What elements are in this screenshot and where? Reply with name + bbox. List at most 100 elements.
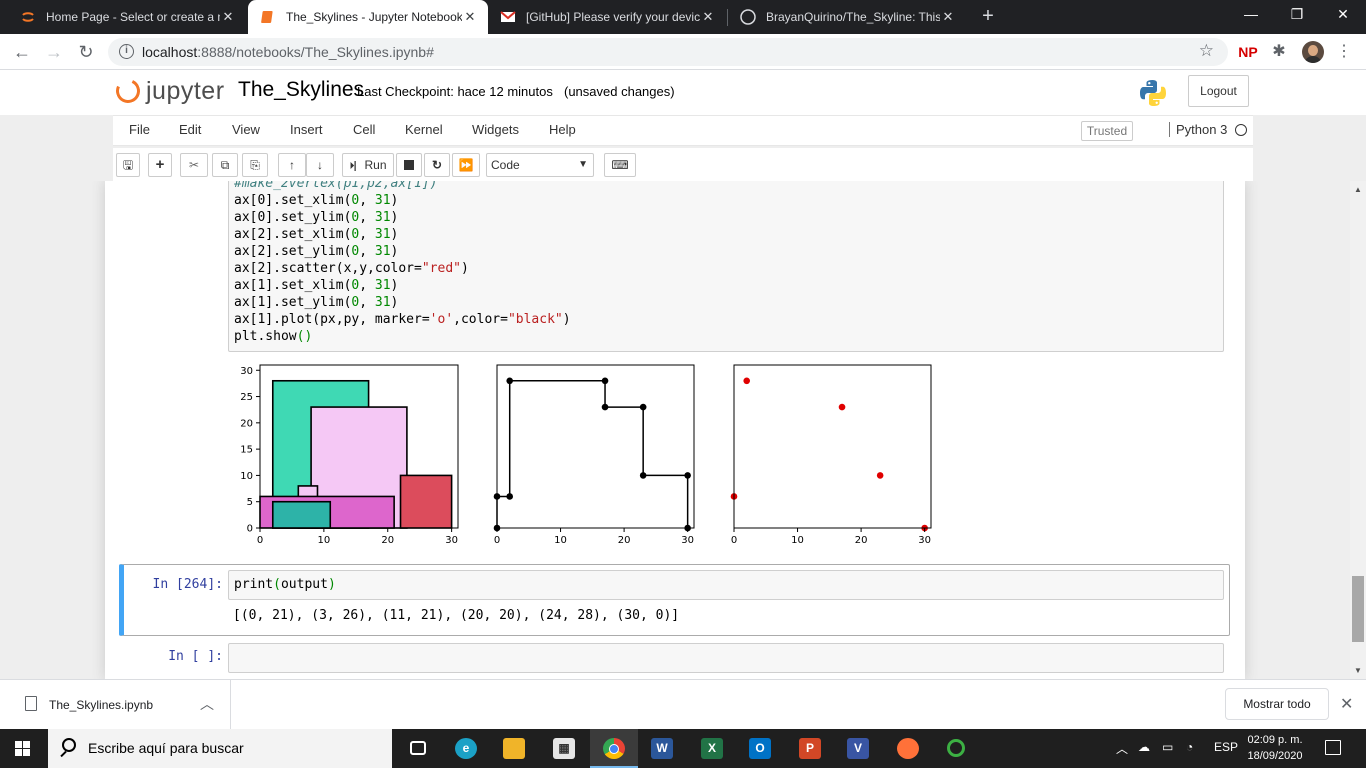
jupyter-notebook-icon <box>261 11 273 23</box>
close-icon[interactable]: ✕ <box>940 9 956 25</box>
close-icon[interactable]: ✕ <box>700 9 716 25</box>
interrupt-stop-icon[interactable] <box>396 153 422 177</box>
cell-type-select[interactable]: Code ▼ <box>486 153 594 177</box>
menu-insert[interactable]: Insert <box>290 122 323 137</box>
info-icon[interactable]: i <box>119 44 134 59</box>
download-item[interactable]: The_Skylines.ipynb ︿ <box>0 680 231 729</box>
checkpoint-status: Last Checkpoint: hace 12 minutos <box>357 84 553 99</box>
scrollbar-thumb[interactable] <box>1352 576 1364 642</box>
close-icon[interactable]: ✕ <box>220 9 236 25</box>
powerpoint-icon[interactable]: P <box>786 729 834 768</box>
new-tab-button[interactable]: + <box>978 6 998 28</box>
logout-button[interactable]: Logout <box>1188 75 1249 107</box>
trusted-badge[interactable]: Trusted <box>1081 121 1133 141</box>
tab-title: Home Page - Select or create a n <box>46 10 220 24</box>
code-line: ax[0].set_xlim(0, 31) <box>234 193 399 208</box>
scroll-down-arrow-icon[interactable]: ▼ <box>1354 666 1362 675</box>
cut-icon[interactable]: ✂ <box>180 153 208 177</box>
copy-icon[interactable]: ⧉ <box>212 153 238 177</box>
notifications-icon[interactable] <box>1325 740 1341 755</box>
move-down-arrow-icon[interactable]: ↓ <box>306 153 334 177</box>
reload-icon[interactable]: ↻ <box>74 40 98 64</box>
tab-home-page[interactable]: Home Page - Select or create a n ✕ <box>8 0 246 34</box>
notebook-name[interactable]: The_Skylines <box>238 78 364 102</box>
edge-icon[interactable]: e <box>442 729 490 768</box>
menu-kernel[interactable]: Kernel <box>405 122 443 137</box>
code-editor-previous[interactable]: #make_2vertex(p1,p2,ax[1]) ax[0].set_xli… <box>228 181 1224 352</box>
code-line: ax[2].set_xlim(0, 31) <box>234 227 399 242</box>
minimize-button[interactable]: — <box>1228 0 1274 30</box>
save-icon[interactable]: 🖫 <box>116 153 140 177</box>
forward-arrow-icon[interactable]: → <box>42 40 66 64</box>
insert-cell-plus-icon[interactable]: + <box>148 153 172 177</box>
y-tick-label: 30 <box>240 366 253 377</box>
close-icon[interactable]: ✕ <box>462 9 478 25</box>
chevron-up-icon[interactable]: ︿ <box>1116 740 1128 757</box>
browser-menu-icon[interactable]: ⋮ <box>1336 42 1352 62</box>
scatter-point <box>838 403 846 411</box>
chevron-up-icon[interactable]: ︿ <box>200 694 214 714</box>
bookmark-star-icon[interactable]: ☆ <box>1199 41 1214 61</box>
tab-github-repo[interactable]: BrayanQuirino/The_Skyline: This ✕ <box>728 0 966 34</box>
notebook-page: #make_2vertex(p1,p2,ax[1]) ax[0].set_xli… <box>105 181 1245 679</box>
code-line: print(output) <box>234 577 336 592</box>
start-button[interactable] <box>0 729 48 768</box>
menu-file[interactable]: File <box>129 122 150 137</box>
building-rectangle <box>271 500 332 529</box>
url-text[interactable]: localhost:8888/notebooks/The_Skylines.ip… <box>142 44 434 60</box>
move-up-arrow-icon[interactable]: ↑ <box>278 153 306 177</box>
command-palette-keyboard-icon[interactable]: ⌨ <box>604 153 636 177</box>
wifi-icon[interactable]: ◔ <box>1186 740 1193 754</box>
menu-help[interactable]: Help <box>549 122 576 137</box>
cell-output-text: [(0, 21), (3, 26), (11, 21), (20, 20), (… <box>233 608 680 623</box>
store-icon[interactable]: ▦ <box>540 729 588 768</box>
x-tick-label: 10 <box>554 535 567 546</box>
firefox-icon[interactable] <box>884 729 932 768</box>
np-extension-icon[interactable]: NP <box>1238 42 1258 62</box>
onedrive-cloud-icon[interactable]: ☁ <box>1138 740 1150 754</box>
run-button[interactable]: ⏵▏Run <box>342 153 394 177</box>
restart-run-all-icon[interactable]: ⏩ <box>452 153 480 177</box>
input-prompt: In [ ]: <box>168 649 223 664</box>
paste-icon[interactable]: ⎘ <box>242 153 268 177</box>
show-all-button[interactable]: Mostrar todo <box>1225 688 1329 720</box>
plot-output: 0 10 20 30 0 5 10 15 20 25 30 0 10 20 30 0 10 20 30 <box>240 364 932 546</box>
restore-button[interactable]: ❐ <box>1274 0 1320 30</box>
code-line: ax[1].plot(px,py, marker='o',color="blac… <box>234 312 571 327</box>
taskbar-search[interactable]: Escribe aquí para buscar <box>48 729 392 768</box>
menu-widgets[interactable]: Widgets <box>472 122 519 137</box>
tab-the-skylines[interactable]: The_Skylines - Jupyter Notebook ✕ <box>248 0 488 34</box>
battery-icon[interactable]: ▭ <box>1162 740 1173 754</box>
back-arrow-icon[interactable]: ← <box>10 40 34 64</box>
visio-icon[interactable]: V <box>834 729 882 768</box>
task-view-icon[interactable] <box>394 729 442 768</box>
menu-cell[interactable]: Cell <box>353 122 375 137</box>
code-editor-empty[interactable] <box>228 643 1224 673</box>
close-icon[interactable]: ✕ <box>1340 694 1353 714</box>
address-bar[interactable]: i localhost:8888/notebooks/The_Skylines.… <box>108 38 1228 66</box>
menu-edit[interactable]: Edit <box>179 122 201 137</box>
excel-icon[interactable]: X <box>688 729 736 768</box>
refresh-app-icon[interactable] <box>932 729 980 768</box>
system-clock[interactable]: 02:09 p. m. 18/09/2020 <box>1240 732 1310 764</box>
jupyter-logo[interactable]: jupyter <box>112 75 225 107</box>
chrome-icon[interactable] <box>590 729 638 768</box>
kernel-name: Python 3 <box>1169 122 1227 137</box>
page-scrollbar[interactable]: ▲ ▼ <box>1350 181 1366 679</box>
scroll-up-arrow-icon[interactable]: ▲ <box>1354 185 1362 194</box>
profile-avatar[interactable] <box>1302 41 1324 63</box>
close-window-button[interactable]: ✕ <box>1320 0 1366 30</box>
notebook-container[interactable]: #make_2vertex(p1,p2,ax[1]) ax[0].set_xli… <box>0 181 1350 679</box>
menu-view[interactable]: View <box>232 122 260 137</box>
x-tick-label: 0 <box>731 535 737 546</box>
restart-icon[interactable]: ↻ <box>424 153 450 177</box>
search-placeholder: Escribe aquí para buscar <box>88 740 244 756</box>
outlook-icon[interactable]: O <box>736 729 784 768</box>
tab-github-verify[interactable]: [GitHub] Please verify your devic ✕ <box>488 0 726 34</box>
skyline-point <box>601 403 609 411</box>
word-icon[interactable]: W <box>638 729 686 768</box>
language-indicator[interactable]: ESP <box>1214 740 1238 754</box>
file-explorer-icon[interactable] <box>490 729 538 768</box>
code-editor[interactable]: print(output) <box>228 570 1224 600</box>
extensions-puzzle-icon[interactable]: ✱ <box>1270 42 1288 62</box>
